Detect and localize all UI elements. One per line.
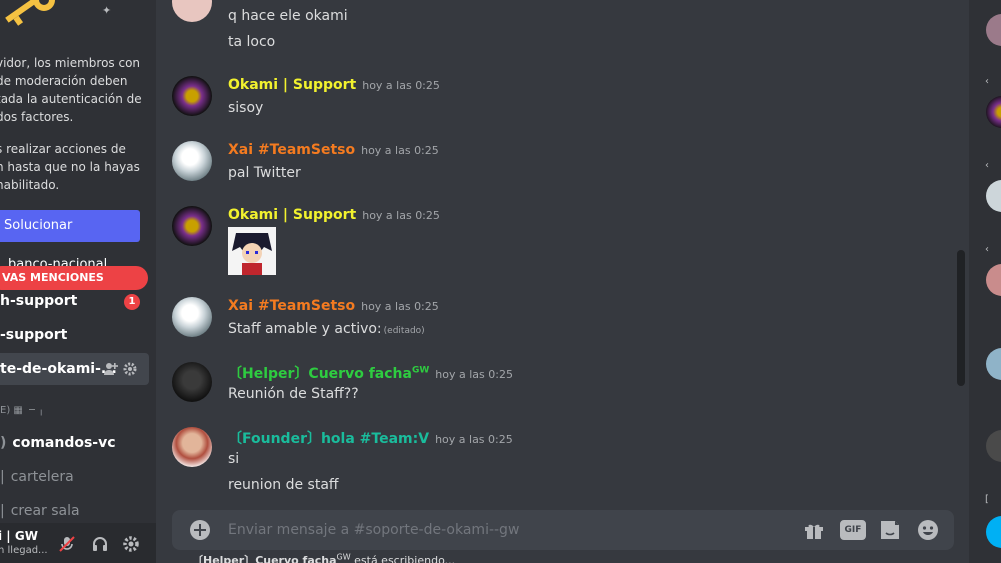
typing-indicator: 〔Helper〕Cuervo fachaGW está escribiendo.… xyxy=(192,552,455,563)
member-avatar[interactable] xyxy=(986,180,1001,212)
typing-suffix: está escribiendo... xyxy=(350,554,456,563)
author-tag: GW xyxy=(411,365,430,376)
message-text: si xyxy=(228,451,240,467)
avatar[interactable] xyxy=(172,362,212,402)
channel-label: cartelera xyxy=(10,469,74,485)
avatar[interactable] xyxy=(172,297,212,337)
author-name: Okami | Support xyxy=(228,207,357,223)
collapse-caret-icon[interactable]: ‹ xyxy=(985,76,989,87)
notice-line: vidor, los miembros con xyxy=(0,56,141,70)
fix-2fa-button[interactable]: Solucionar xyxy=(0,210,140,242)
edited-tag: (editado) xyxy=(383,326,425,336)
author-name: Okami | Support xyxy=(228,77,357,93)
message-text: pal Twitter xyxy=(228,165,301,181)
notice-line: n hasta que no la hayas xyxy=(0,160,140,174)
message-author[interactable]: Okami | Support hoy a las 0:25 xyxy=(228,207,440,223)
user-panel: i | GW n llegad... xyxy=(0,523,156,563)
message-composer: GIF xyxy=(172,510,954,550)
chat-scrollbar[interactable] xyxy=(957,250,965,386)
unread-badge: 1 xyxy=(124,294,140,310)
message-input[interactable] xyxy=(228,510,788,550)
message-text: sisoy xyxy=(228,100,264,116)
timestamp: hoy a las 0:25 xyxy=(361,144,439,157)
hash-icon: ) xyxy=(0,435,7,451)
headphones-icon[interactable] xyxy=(91,535,109,553)
user-status: n llegad... xyxy=(0,545,48,556)
voice-category-label[interactable]: E) ▦ ╶╴╷ xyxy=(0,405,44,416)
speaker-icon: | xyxy=(0,503,5,519)
avatar[interactable] xyxy=(172,0,212,22)
sparkle-icon: ✦ xyxy=(102,4,112,17)
member-avatar[interactable] xyxy=(986,96,1001,128)
message-text: reunion de staff xyxy=(228,477,339,493)
voice-channel-crear-sala[interactable]: | crear sala xyxy=(0,496,150,526)
author-name: 〔Helper〕Cuervo facha xyxy=(228,366,412,382)
collapse-caret-icon[interactable]: ‹ xyxy=(985,160,989,171)
voice-channel-comandos-vc[interactable]: ) comandos-vc xyxy=(0,428,150,458)
twofa-notice: vidor, los miembros con de moderación de… xyxy=(0,54,156,126)
message-author[interactable]: 〔Founder〕hola #Team:V hoy a las 0:25 xyxy=(228,428,513,448)
collapse-caret-icon[interactable]: ‹ xyxy=(985,244,989,255)
typing-user: 〔Helper〕Cuervo facha xyxy=(192,554,337,563)
author-name: Xai #TeamSetso xyxy=(228,298,356,314)
timestamp: hoy a las 0:25 xyxy=(362,209,440,222)
channel-label: -support xyxy=(0,327,68,343)
member-avatar[interactable] xyxy=(986,264,1001,296)
avatar[interactable] xyxy=(172,76,212,116)
message-author[interactable]: Xai #TeamSetso hoy a las 0:25 xyxy=(228,142,439,158)
channel-sidebar: ✦ vidor, los miembros con de moderación … xyxy=(0,0,156,563)
member-bracket: [ xyxy=(985,494,989,505)
timestamp: hoy a las 0:25 xyxy=(435,433,513,446)
avatar[interactable] xyxy=(172,141,212,181)
message-text: Staff amable y activo: (editado) xyxy=(228,321,425,337)
notice-line: de moderación deben xyxy=(0,74,128,88)
member-avatar[interactable] xyxy=(986,516,1001,548)
gif-picker-button[interactable]: GIF xyxy=(840,520,866,540)
notice-line: tada la autenticación de xyxy=(0,92,142,106)
member-avatar[interactable] xyxy=(986,430,1001,462)
channel-support[interactable]: -support xyxy=(0,320,150,350)
chat-area: q hace ele okami ta loco Okami | Support… xyxy=(156,0,969,563)
message-text-content: Staff amable y activo: xyxy=(228,321,382,337)
typing-user-tag: GW xyxy=(336,552,351,562)
member-avatar[interactable] xyxy=(986,348,1001,380)
mute-microphone-icon[interactable] xyxy=(58,535,76,553)
discord-window: ✦ vidor, los miembros con de moderación … xyxy=(0,0,1001,563)
image-attachment[interactable] xyxy=(228,227,276,275)
avatar[interactable] xyxy=(172,206,212,246)
add-attachment-icon[interactable] xyxy=(188,518,212,542)
author-name: 〔Founder〕hola #Team:V xyxy=(228,431,430,447)
twofa-notice-2: s realizar acciones de n hasta que no la… xyxy=(0,140,156,194)
gift-icon[interactable] xyxy=(802,518,826,542)
timestamp: hoy a las 0:25 xyxy=(435,368,513,381)
member-avatar[interactable] xyxy=(986,14,1001,46)
member-list: ‹ ‹ ‹ [ xyxy=(969,0,1001,563)
message-text: Reunión de Staff?? xyxy=(228,386,359,402)
notice-line: dos factores. xyxy=(0,110,74,124)
sticker-icon[interactable] xyxy=(878,518,902,542)
channel-label: te-de-okami-... xyxy=(0,361,117,377)
user-settings-gear-icon[interactable] xyxy=(122,535,140,553)
message-text: ta loco xyxy=(228,34,276,50)
message-text: q hace ele okami xyxy=(228,8,348,24)
timestamp: hoy a las 0:25 xyxy=(361,300,439,313)
gear-icon[interactable] xyxy=(123,362,137,376)
channel-label: h-support xyxy=(0,293,78,309)
channel-cartelera[interactable]: | cartelera xyxy=(0,462,150,492)
hash-icon: | xyxy=(0,469,5,485)
message-author[interactable]: 〔Helper〕Cuervo fachaGW hoy a las 0:25 xyxy=(228,363,513,383)
key-icon xyxy=(5,0,57,26)
author-name: Xai #TeamSetso xyxy=(228,142,356,158)
add-member-icon[interactable] xyxy=(103,361,119,377)
notice-line: s realizar acciones de xyxy=(0,142,126,156)
notice-line: habilitado. xyxy=(0,178,60,192)
message-author[interactable]: Okami | Support hoy a las 0:25 xyxy=(228,77,440,93)
channel-label: comandos-vc xyxy=(12,435,116,451)
message-author[interactable]: Xai #TeamSetso hoy a las 0:25 xyxy=(228,298,439,314)
avatar[interactable] xyxy=(172,427,212,467)
channel-label: crear sala xyxy=(10,503,80,519)
username: i | GW xyxy=(0,529,38,543)
timestamp: hoy a las 0:25 xyxy=(362,79,440,92)
emoji-icon[interactable] xyxy=(916,518,940,542)
